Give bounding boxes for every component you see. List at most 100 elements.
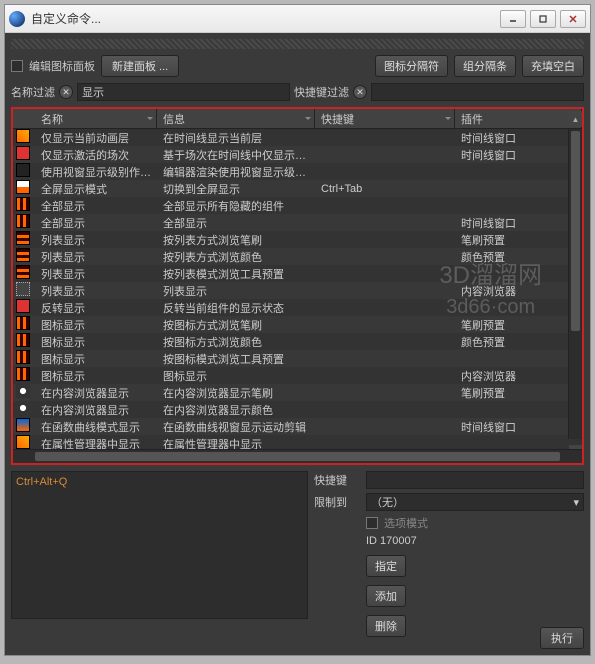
cell-name: 反转显示 [35,299,157,317]
col-icon[interactable] [13,117,35,121]
cell-key [315,290,455,292]
table-row[interactable]: 全部显示全部显示时间线窗口 [13,214,582,231]
group-separator-button[interactable]: 组分隔条 [454,55,516,77]
table-row[interactable]: 在属性管理器中显示在属性管理器中显示 [13,435,582,449]
table-row[interactable]: 全部显示全部显示所有隐藏的组件 [13,197,582,214]
table-row[interactable]: 反转显示反转当前组件的显示状态 [13,299,582,316]
grip-handle[interactable] [11,39,584,49]
vertical-scrollbar[interactable]: ▲ ▼ [568,129,582,439]
cell-plugin: 笔刷预置 [455,316,582,334]
command-id: ID 170007 [366,535,417,547]
cell-name: 列表显示 [35,248,157,266]
cell-plugin: 颜色预置 [455,333,582,351]
cell-key [315,137,455,139]
assign-button[interactable]: 指定 [366,555,406,577]
table-row[interactable]: 图标显示按图标方式浏览笔刷笔刷预置 [13,316,582,333]
horizontal-scrollbar[interactable] [13,449,582,463]
table-row[interactable]: 列表显示按列表方式浏览颜色颜色预置 [13,248,582,265]
col-info[interactable]: 信息 [157,109,315,129]
add-button[interactable]: 添加 [366,585,406,607]
minimize-button[interactable] [500,10,526,28]
table-row[interactable]: 列表显示按列表模式浏览工具预置 [13,265,582,282]
cell-info: 在函数曲线视窗显示运动剪辑 [157,418,315,436]
table-row[interactable]: 使用视窗显示级别作为渲编辑器渲染使用视窗显示级别作 [13,163,582,180]
clear-name-filter-icon[interactable]: ✕ [59,85,73,99]
cell-key [315,239,455,241]
cell-name: 在内容浏览器显示 [35,401,157,419]
edit-palette-checkbox[interactable] [11,60,23,72]
cell-name: 图标显示 [35,333,157,351]
cell-name: 列表显示 [35,265,157,283]
detail-form: 快捷键 限制到 （无） ▾ 选项模式 ID 170007 [314,471,584,619]
cell-key [315,375,455,377]
horizontal-scroll-thumb[interactable] [35,452,560,461]
cell-name: 全部显示 [35,214,157,232]
cell-info: 按列表方式浏览笔刷 [157,231,315,249]
row-icon [16,265,30,279]
table-row[interactable]: 图标显示按图标方式浏览颜色颜色预置 [13,333,582,350]
shortcut-input[interactable] [366,471,584,489]
table-row[interactable]: 在内容浏览器显示在内容浏览器显示颜色 [13,401,582,418]
row-icon [16,282,30,296]
cell-plugin: 笔刷预置 [455,231,582,249]
cell-key [315,324,455,326]
table-row[interactable]: 仅显示激活的场次基于场次在时间线中仅显示激活时间线窗口 [13,146,582,163]
row-icon [16,248,30,262]
cell-plugin: 笔刷预置 [455,384,582,402]
row-icon [16,163,30,177]
cell-plugin [455,358,582,360]
restrict-select[interactable]: （无） ▾ [366,493,584,511]
table-row[interactable]: 列表显示列表显示内容浏览器 [13,282,582,299]
cell-plugin: 内容浏览器 [455,282,582,300]
col-name[interactable]: 名称 [35,109,157,129]
cell-key [315,205,455,207]
option-mode-checkbox[interactable] [366,517,378,529]
key-filter-input[interactable] [371,83,584,101]
fill-blank-button[interactable]: 充填空白 [522,55,584,77]
cell-plugin [455,307,582,309]
table-row[interactable]: 在函数曲线模式显示在函数曲线视窗显示运动剪辑 时间线窗口 [13,418,582,435]
table-row[interactable]: 图标显示按图标模式浏览工具预置 [13,350,582,367]
cell-plugin [455,443,582,445]
filter-bar: 名称过滤 ✕ 快捷键过滤 ✕ [11,83,584,101]
vertical-scroll-thumb[interactable] [571,131,580,331]
cell-plugin: 内容浏览器 [455,367,582,385]
close-button[interactable] [560,10,586,28]
cell-info: 列表显示 [157,282,315,300]
cell-plugin [455,409,582,411]
new-palette-button[interactable]: 新建面板 ... [101,55,179,77]
cell-key [315,409,455,411]
cell-key [315,443,455,445]
table-row[interactable]: 全屏显示模式切换到全屏显示Ctrl+Tab [13,180,582,197]
maximize-button[interactable] [530,10,556,28]
icon-separator-button[interactable]: 图标分隔符 [375,55,448,77]
table-row[interactable]: 在内容浏览器显示在内容浏览器显示笔刷笔刷预置 [13,384,582,401]
col-plugin[interactable]: 插件 [455,109,582,129]
shortcut-display: Ctrl+Alt+Q [11,471,308,619]
cell-name: 全屏显示模式 [35,180,157,198]
cell-name: 全部显示 [35,197,157,215]
cell-plugin: 时间线窗口 [455,418,582,436]
content-area: 编辑图标面板 新建面板 ... 图标分隔符 组分隔条 充填空白 名称过滤 ✕ 快… [5,33,590,655]
col-key[interactable]: 快捷键 [315,109,455,129]
shortcut-label: 快捷键 [314,472,360,488]
clear-key-filter-icon[interactable]: ✕ [353,85,367,99]
table-row[interactable]: 仅显示当前动画层在时间线显示当前层时间线窗口 [13,129,582,146]
window-title: 自定义命令... [31,10,500,27]
table-row[interactable]: 图标显示图标显示内容浏览器 [13,367,582,384]
cell-name: 在函数曲线模式显示 [35,418,157,436]
key-filter-label: 快捷键过滤 [294,84,349,100]
cell-info: 按列表方式浏览颜色 [157,248,315,266]
execute-button[interactable]: 执行 [540,627,584,649]
name-filter-input[interactable] [77,83,290,101]
cell-info: 按图标方式浏览笔刷 [157,316,315,334]
cell-plugin [455,273,582,275]
cell-info: 在内容浏览器显示笔刷 [157,384,315,402]
cell-plugin: 时间线窗口 [455,129,582,147]
cell-name: 图标显示 [35,367,157,385]
row-icon [16,129,30,143]
row-icon [16,231,30,245]
cell-info: 在内容浏览器显示颜色 [157,401,315,419]
scroll-up-icon[interactable]: ▲ [569,111,582,127]
table-row[interactable]: 列表显示按列表方式浏览笔刷笔刷预置 [13,231,582,248]
